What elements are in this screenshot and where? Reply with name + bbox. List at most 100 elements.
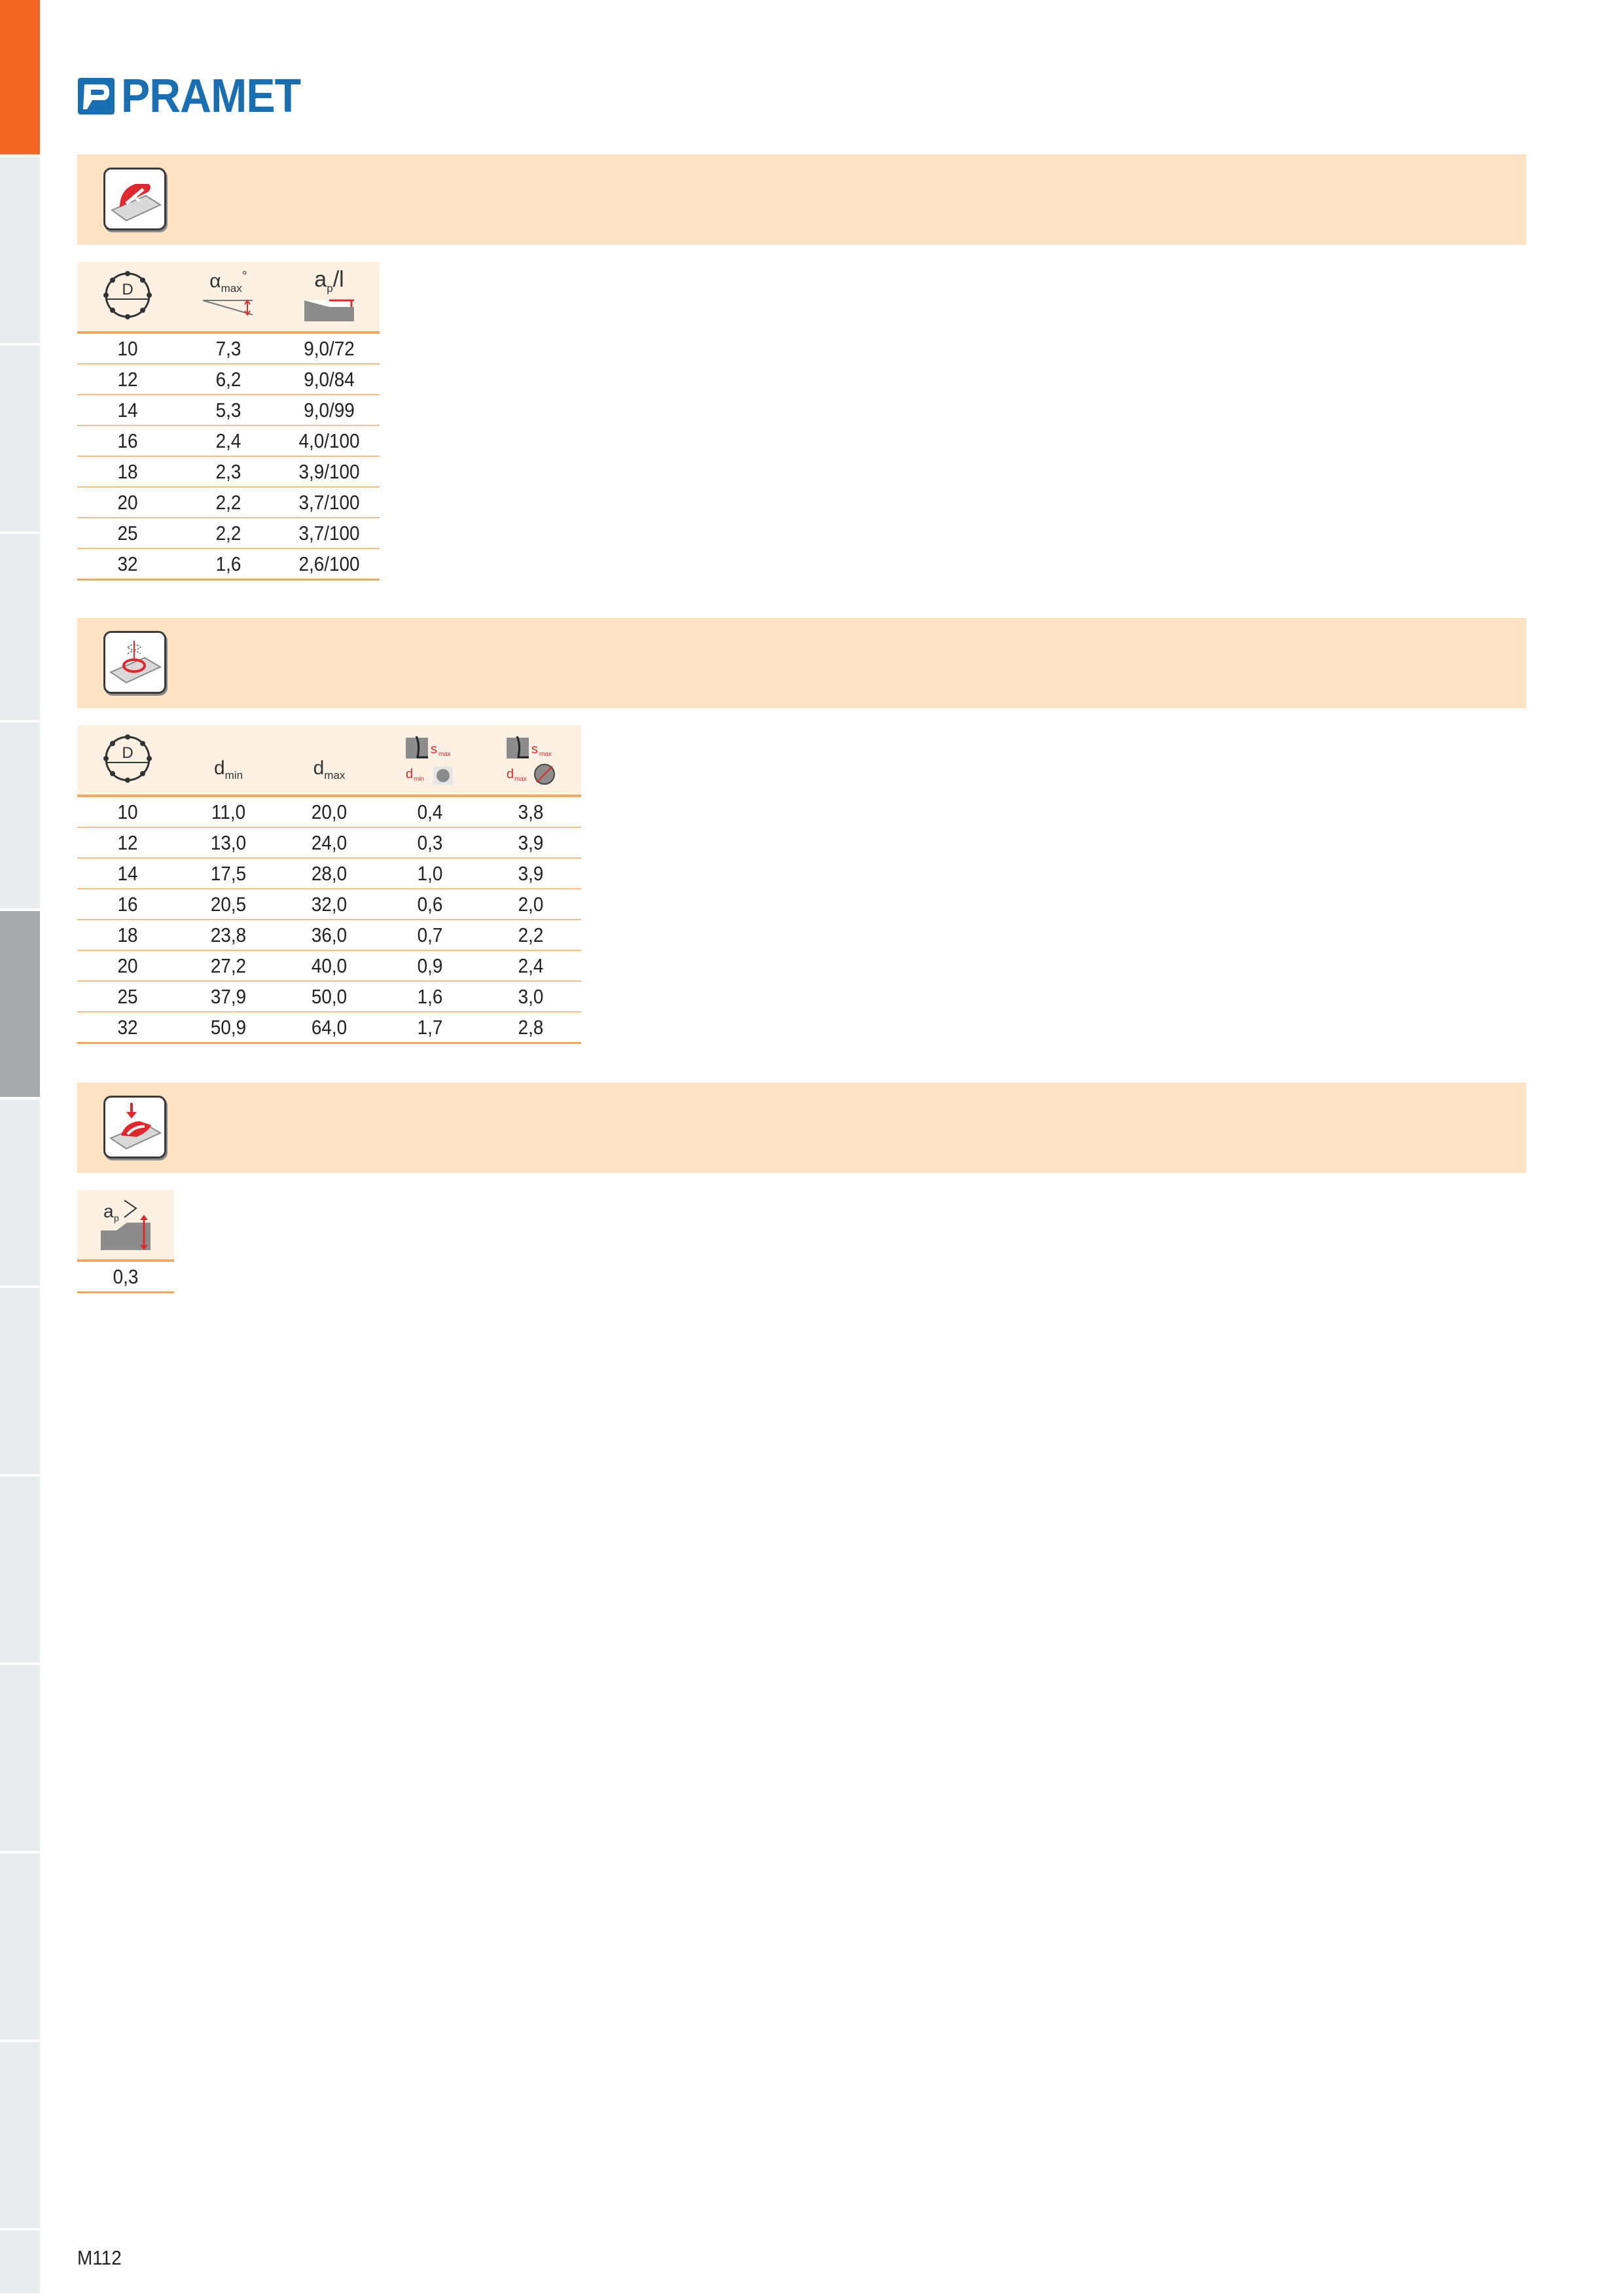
table-cell: 5,3 xyxy=(183,395,274,426)
table-cell: 18 xyxy=(82,920,173,951)
table-cell: 20,0 xyxy=(283,796,375,828)
svg-text:a: a xyxy=(103,1201,114,1221)
table-cell: 10 xyxy=(82,332,173,365)
table-cell: 20,5 xyxy=(183,889,274,920)
svg-text:d: d xyxy=(406,767,413,781)
side-tab[interactable] xyxy=(0,346,40,534)
header-max-ramp-angle: αmax° xyxy=(178,262,279,334)
table-cell: 2,2 xyxy=(183,518,274,549)
table-cell: 20 xyxy=(82,487,173,518)
table-cell: 2,2 xyxy=(485,920,577,951)
table-cell: 50,0 xyxy=(283,981,375,1013)
table-cell: 16 xyxy=(82,889,173,920)
table-cell: 1,6 xyxy=(384,981,476,1013)
table-cell: 9,0/99 xyxy=(283,395,375,426)
table-row: 14 17,5 28,0 1,0 3,9 xyxy=(77,858,581,889)
table-cell: 50,9 xyxy=(183,1012,274,1044)
header-depth-of-cut: a p xyxy=(77,1190,174,1262)
svg-text:d: d xyxy=(507,767,514,781)
table-cell: 6,2 xyxy=(183,364,274,395)
table-cell: 32 xyxy=(82,548,173,581)
side-tab[interactable] xyxy=(0,1100,40,1288)
svg-text:min: min xyxy=(414,776,424,783)
table-row: 0,3 xyxy=(77,1261,174,1293)
header-step-at-d-max: s max d max xyxy=(480,725,581,797)
table-cell: 7,3 xyxy=(183,332,274,365)
table-cell: 2,0 xyxy=(485,889,577,920)
header-d-min: dmin xyxy=(178,725,279,797)
table-cell: 32 xyxy=(82,1012,173,1044)
ramp-depth-icon xyxy=(304,299,354,321)
table-row: 18 2,3 3,9/100 xyxy=(77,456,380,488)
cutter-diameter-icon: D xyxy=(103,270,152,319)
table-cell: 3,8 xyxy=(485,796,577,828)
table-row: 10 11,0 20,0 0,4 3,8 xyxy=(77,796,581,828)
helical-table: D dmin dmax s max d min s max d max 10 1… xyxy=(77,725,581,1044)
side-tab[interactable] xyxy=(0,2231,40,2296)
section-banner-plunging xyxy=(77,1083,1526,1173)
table-cell: 1,0 xyxy=(384,858,476,889)
table-cell: 36,0 xyxy=(283,920,375,951)
table-cell: 27,2 xyxy=(183,950,274,982)
table-cell: 3,9/100 xyxy=(283,456,375,488)
section-banner-helical xyxy=(77,618,1526,708)
table-cell: 13,0 xyxy=(183,827,274,859)
step-dmax-icon: s max d max xyxy=(507,735,555,785)
table-cell: 2,3 xyxy=(183,456,274,488)
table-cell: 2,2 xyxy=(183,487,274,518)
header-diameter: D xyxy=(77,725,178,797)
side-tab[interactable] xyxy=(0,723,40,911)
side-tab-active-chapter[interactable] xyxy=(0,0,40,157)
table-row: 14 5,3 9,0/99 xyxy=(77,395,380,426)
table-cell: 0,3 xyxy=(82,1261,169,1293)
table-cell: 0,7 xyxy=(384,920,476,951)
table-cell: 9,0/72 xyxy=(283,332,375,365)
table-cell: 25 xyxy=(82,981,173,1013)
table-cell: 14 xyxy=(82,395,173,426)
side-tab-current[interactable] xyxy=(0,911,40,1100)
brand-name: PRAMET xyxy=(121,70,301,122)
table-cell: 11,0 xyxy=(183,796,274,828)
brand-mark-icon xyxy=(78,78,115,115)
side-tab[interactable] xyxy=(0,2042,40,2231)
side-tab-strip xyxy=(0,0,40,2296)
table-cell: 2,4 xyxy=(485,950,577,982)
side-tab[interactable] xyxy=(0,1477,40,1665)
table-row: 20 2,2 3,7/100 xyxy=(77,487,380,518)
table-cell: 1,7 xyxy=(384,1012,476,1044)
svg-text:s: s xyxy=(531,742,538,757)
side-tab[interactable] xyxy=(0,534,40,723)
table-row: 10 7,3 9,0/72 xyxy=(77,332,380,365)
table-cell: 2,6/100 xyxy=(283,548,375,581)
side-tab[interactable] xyxy=(0,1665,40,1854)
brand-logo: PRAMET xyxy=(77,70,316,122)
table-cell: 12 xyxy=(82,364,173,395)
side-tab[interactable] xyxy=(0,1288,40,1477)
table-row: 32 1,6 2,6/100 xyxy=(77,548,380,581)
table-cell: 20 xyxy=(82,950,173,982)
table-row: 12 6,2 9,0/84 xyxy=(77,364,380,395)
table-cell: 24,0 xyxy=(283,827,375,859)
page-number: M112 xyxy=(77,2246,122,2269)
table-cell: 3,0 xyxy=(485,981,577,1013)
table-cell: 32,0 xyxy=(283,889,375,920)
table-row: 32 50,9 64,0 1,7 2,8 xyxy=(77,1012,581,1044)
section-banner-ramping xyxy=(77,154,1526,245)
ramping-table: D αmax° ap/l 10 7,3 9,0/72 12 6,2 9,0/84… xyxy=(77,262,380,581)
svg-text:max: max xyxy=(514,776,527,783)
table-cell: 40,0 xyxy=(283,950,375,982)
table-cell: 3,9 xyxy=(485,827,577,859)
step-dmin-icon: s max d min xyxy=(406,735,453,785)
table-cell: 0,3 xyxy=(384,827,476,859)
header-depth-length: ap/l xyxy=(279,262,380,334)
table-row: 12 13,0 24,0 0,3 3,9 xyxy=(77,827,581,859)
table-row: 16 2,4 4,0/100 xyxy=(77,425,380,457)
plunging-icon xyxy=(103,1096,166,1158)
side-tab[interactable] xyxy=(0,157,40,346)
side-tab[interactable] xyxy=(0,1854,40,2042)
svg-text:D: D xyxy=(122,744,133,762)
table-cell: 2,8 xyxy=(485,1012,577,1044)
table-cell: 12 xyxy=(82,827,173,859)
table-cell: 17,5 xyxy=(183,858,274,889)
plunging-table: a p 0,3 xyxy=(77,1190,174,1293)
